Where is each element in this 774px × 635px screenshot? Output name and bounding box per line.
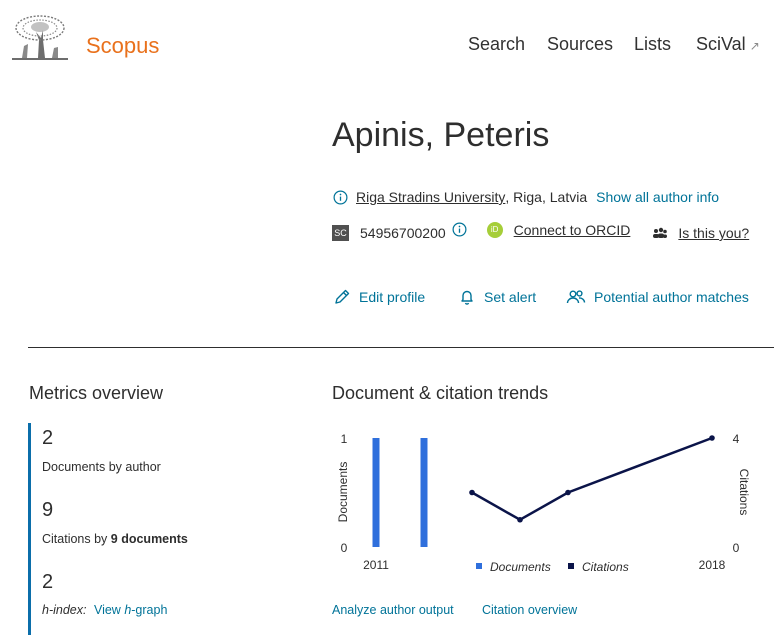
legend-documents-swatch <box>476 563 482 569</box>
section-divider <box>28 347 774 348</box>
documents-bar-2012 <box>420 438 428 547</box>
view-h-graph-link[interactable]: View h-graph <box>94 603 167 617</box>
x-axis-label-end: 2018 <box>699 558 726 572</box>
left-axis-label: Documents <box>336 462 350 523</box>
citation-overview-link[interactable]: Citation overview <box>482 603 577 617</box>
nav-lists[interactable]: Lists <box>634 34 671 55</box>
elsevier-tree-logo-icon[interactable] <box>12 14 68 62</box>
documents-bar-2011 <box>372 438 380 547</box>
right-axis-label: Citations <box>737 469 751 516</box>
left-axis-tick-0: 0 <box>341 541 348 555</box>
citations-point-2015 <box>565 489 571 496</box>
citations-count: 9 <box>42 499 54 521</box>
edit-profile-label: Edit profile <box>359 289 426 305</box>
potential-author-matches-button[interactable]: Potential author matches <box>566 288 749 306</box>
citations-label-prefix: Citations by <box>42 532 111 546</box>
legend-documents-label: Documents <box>490 560 551 574</box>
right-axis-tick-0: 0 <box>733 541 740 555</box>
legend-citations-swatch <box>568 563 574 569</box>
citations-documents-link[interactable]: 9 documents <box>111 532 188 546</box>
h-index-row: h-index: View h-graph <box>42 603 167 617</box>
identifiers-row: SC 54956700200 iD Connect to ORCID Is th… <box>332 222 749 241</box>
h-index-label: h-index: <box>42 603 87 617</box>
info-icon[interactable] <box>333 190 348 205</box>
is-this-you-link[interactable]: Is this you? <box>678 225 749 241</box>
author-name: Apinis, Peteris <box>332 116 550 154</box>
legend-citations-label: Citations <box>582 560 629 574</box>
nav-scival[interactable]: SciVal ↗ <box>696 34 760 55</box>
sc-badge-icon: SC <box>332 225 349 241</box>
orcid-icon: iD <box>486 222 503 238</box>
edit-profile-button[interactable]: Edit profile <box>333 288 425 306</box>
metrics-overview-title: Metrics overview <box>29 383 164 403</box>
nav-search[interactable]: Search <box>468 34 525 55</box>
x-axis-label-start: 2011 <box>363 558 389 572</box>
header: Scopus Search Sources Lists SciVal ↗ <box>0 0 774 80</box>
bell-icon <box>461 290 473 305</box>
affiliation-row: Riga Stradins University, Riga, Latvia S… <box>333 189 719 205</box>
pencil-icon <box>335 289 350 304</box>
connect-orcid-link[interactable]: Connect to ORCID <box>514 222 631 238</box>
citations-line <box>471 436 713 522</box>
people-icon <box>566 290 586 304</box>
h-index-value: 2 <box>42 571 54 593</box>
author-id-info-icon[interactable] <box>452 222 467 237</box>
arrow-up-right-icon: ↗ <box>749 39 760 53</box>
set-alert-button[interactable]: Set alert <box>458 288 536 306</box>
documents-count: 2 <box>42 427 54 449</box>
nav-sources[interactable]: Sources <box>547 34 613 55</box>
set-alert-label: Set alert <box>484 289 537 305</box>
left-axis-tick-1: 1 <box>341 432 348 446</box>
affiliation-link[interactable]: Riga Stradins University <box>356 189 505 205</box>
view-h-graph-suffix: -graph <box>131 603 168 617</box>
view-h-graph-prefix: View <box>93 603 125 617</box>
people-match-icon <box>653 227 668 238</box>
citations-point-2014 <box>517 516 523 523</box>
right-axis-tick-1: 4 <box>733 432 740 446</box>
analyze-author-output-link[interactable]: Analyze author output <box>332 603 454 617</box>
potential-author-matches-label: Potential author matches <box>594 289 749 305</box>
scopus-brand[interactable]: Scopus <box>86 33 159 59</box>
affiliation-location: , Riga, Latvia <box>505 189 588 205</box>
metrics-accent-bar <box>28 423 31 635</box>
show-all-author-info-link[interactable]: Show all author info <box>596 189 719 205</box>
document-citation-trends-title: Document & citation trends <box>332 383 549 403</box>
author-id: 54956700200 <box>360 225 446 241</box>
citations-point-2018 <box>709 435 715 441</box>
document-citation-trends-chart: 0 1 Documents 0 4 Citations 2011 2018 Documents C… <box>336 432 751 574</box>
documents-label: Documents by author <box>42 460 161 474</box>
citations-label: Citations by 9 documents <box>42 532 188 546</box>
citations-point-2013 <box>469 489 475 496</box>
nav-scival-label: SciVal <box>696 34 746 54</box>
